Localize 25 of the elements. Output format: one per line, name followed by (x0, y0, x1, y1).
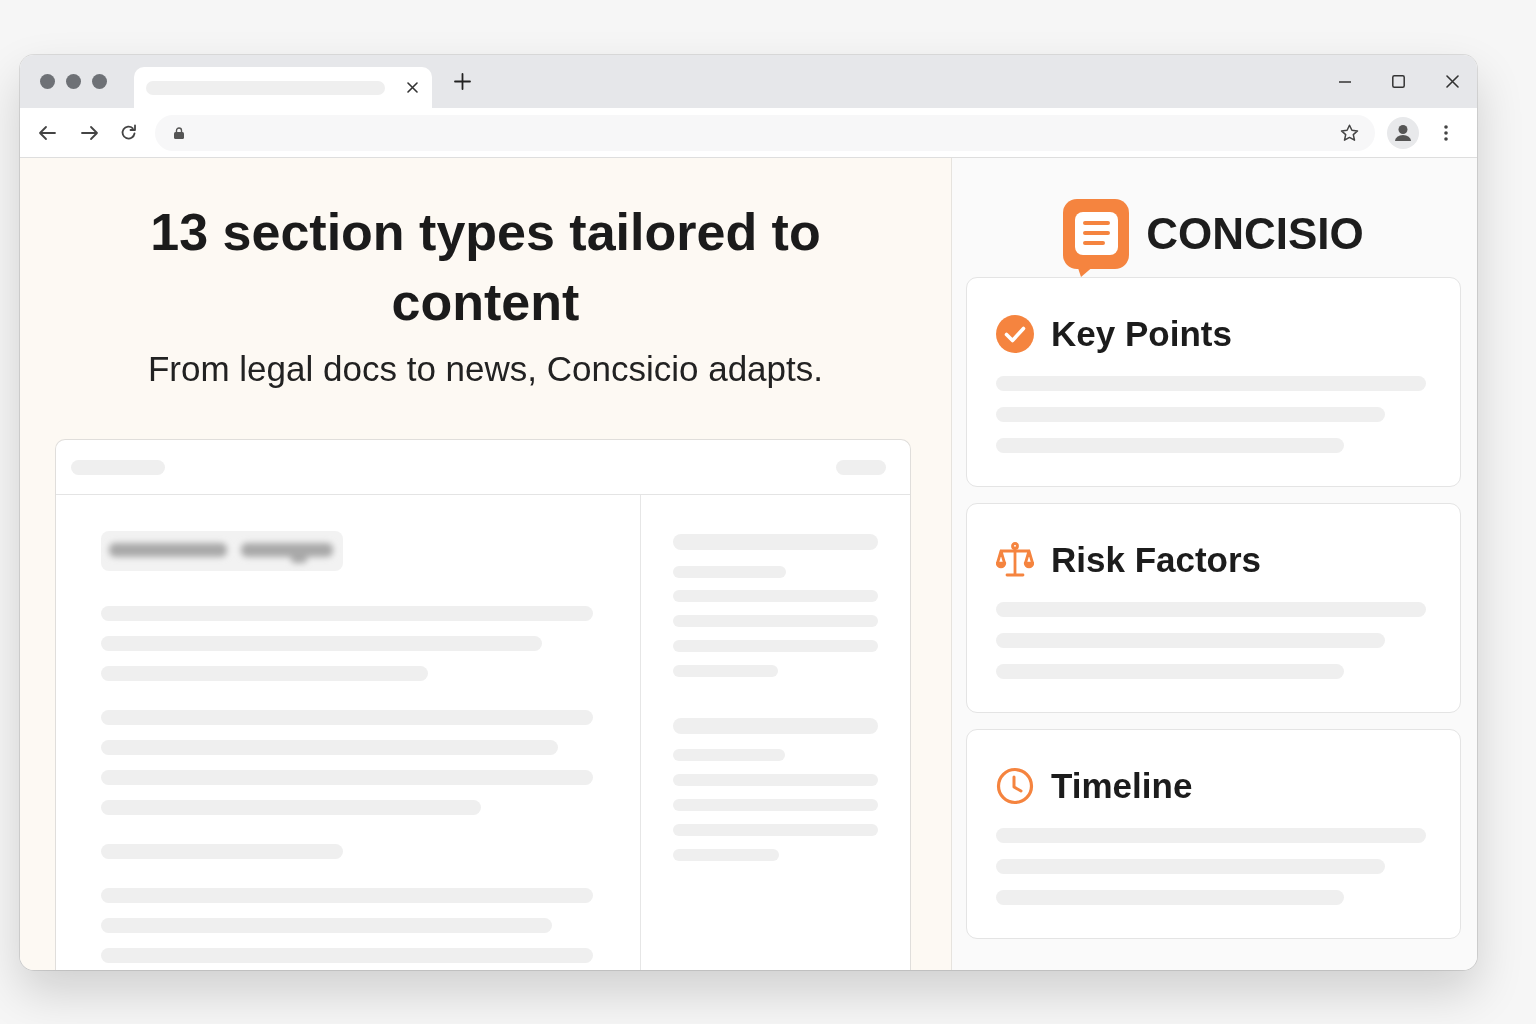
page-subtitle: From legal docs to news, Concsicio adapts. (146, 348, 824, 390)
window-dot-icon[interactable] (92, 74, 107, 89)
check-circle-icon (996, 315, 1034, 353)
section-title: Timeline (1051, 766, 1193, 806)
brand-name: CONCISIO (1146, 212, 1364, 256)
balance-scale-icon (996, 541, 1034, 579)
plus-icon[interactable] (454, 73, 471, 90)
window-dot-icon[interactable] (40, 74, 55, 89)
profile-icon[interactable] (1387, 116, 1419, 149)
clock-icon (996, 767, 1034, 805)
lock-icon (174, 126, 184, 139)
star-icon[interactable] (1340, 123, 1359, 142)
minimize-icon[interactable] (1339, 80, 1351, 83)
maximize-icon[interactable] (1392, 75, 1405, 88)
section-title: Risk Factors (1051, 540, 1262, 580)
back-arrow-icon[interactable] (38, 124, 56, 141)
close-icon[interactable] (1446, 75, 1459, 88)
address-field[interactable] (155, 114, 1375, 151)
close-icon[interactable] (407, 82, 418, 93)
forward-arrow-icon[interactable] (81, 124, 99, 141)
window-dot-icon[interactable] (66, 74, 81, 89)
section-title: Key Points (1051, 314, 1232, 354)
reload-icon[interactable] (120, 124, 137, 141)
menu-icon[interactable] (1444, 124, 1448, 141)
page-heading: 13 section types tailored to content (149, 202, 822, 333)
